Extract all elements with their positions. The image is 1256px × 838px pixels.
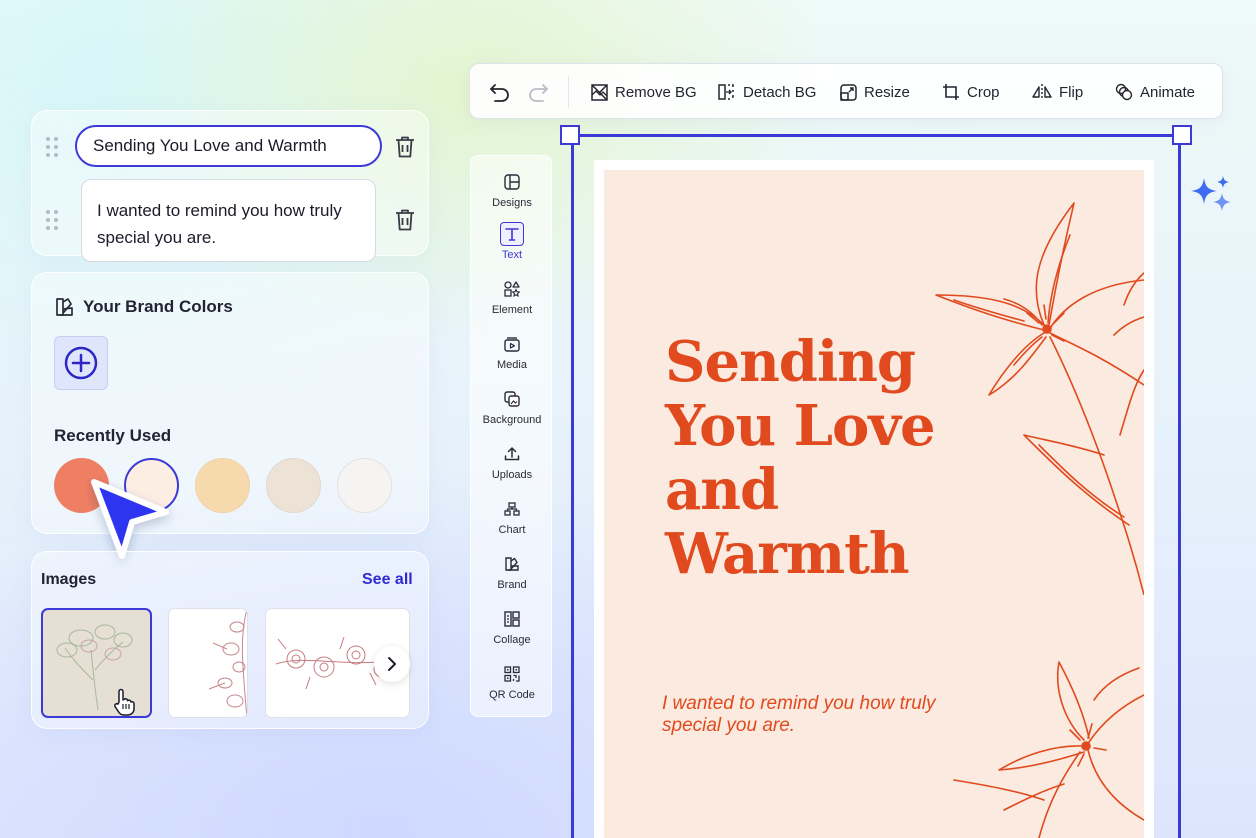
- delete-body-layer-icon[interactable]: [394, 208, 416, 232]
- chevron-right-icon: [388, 657, 396, 671]
- rail-item-media[interactable]: Media: [471, 332, 553, 384]
- crop-icon: [943, 84, 959, 100]
- rail-item-collage[interactable]: Collage: [471, 607, 553, 659]
- crop-label: Crop: [967, 83, 1000, 101]
- images-heading: Images: [41, 571, 97, 588]
- chart-icon: [504, 502, 520, 516]
- recently-used-heading: Recently Used: [54, 426, 172, 445]
- rail-item-designs[interactable]: Designs: [471, 170, 553, 222]
- background-icon: [504, 391, 520, 407]
- add-brand-color-button[interactable]: [54, 336, 108, 390]
- remove-bg-icon: [591, 83, 608, 101]
- qr-code-icon: [504, 666, 520, 682]
- collage-icon: [504, 611, 520, 627]
- see-all-images-link[interactable]: See all: [362, 571, 413, 589]
- drag-handle-icon[interactable]: [46, 210, 58, 230]
- media-icon: [504, 337, 520, 352]
- rail-item-uploads[interactable]: Uploads: [471, 442, 553, 494]
- rail-label: Designs: [492, 197, 532, 209]
- undo-button[interactable]: [488, 64, 512, 120]
- selection-frame: [571, 134, 1181, 838]
- recent-color-swatch[interactable]: [195, 458, 250, 513]
- recent-color-swatch[interactable]: [266, 458, 321, 513]
- undo-icon: [490, 84, 509, 102]
- flip-label: Flip: [1059, 83, 1084, 101]
- floral-border-image: [208, 609, 247, 717]
- resize-handle-top-right[interactable]: [1172, 125, 1192, 145]
- delete-title-layer-icon[interactable]: [394, 135, 416, 159]
- rail-item-qr-code[interactable]: QR Code: [471, 662, 553, 714]
- rail-label: QR Code: [489, 689, 535, 701]
- rail-item-chart[interactable]: Chart: [471, 497, 553, 549]
- toolbar-divider: [568, 76, 569, 108]
- brand-icon: [505, 557, 519, 571]
- resize-handle-top-left[interactable]: [560, 125, 580, 145]
- rail-label: Element: [491, 304, 533, 316]
- resize-icon: [840, 83, 857, 101]
- animate-icon: [1115, 83, 1133, 101]
- image-toolbar: Remove BG Detach BG Resize Crop Flip Ani…: [469, 63, 1223, 119]
- detach-bg-label: Detach BG: [743, 83, 817, 101]
- rail-item-text[interactable]: Text: [471, 222, 553, 274]
- redo-icon: [529, 84, 548, 102]
- rail-label: Background: [482, 414, 542, 426]
- upload-icon: [504, 447, 520, 461]
- designs-icon: [504, 174, 520, 190]
- layer-body-chip[interactable]: I wanted to remind you how truly special…: [81, 179, 376, 262]
- rail-item-background[interactable]: Background: [471, 387, 553, 439]
- rail-label: Collage: [493, 634, 531, 646]
- resize-label: Resize: [864, 83, 910, 101]
- remove-bg-button[interactable]: Remove BG: [591, 64, 697, 120]
- remove-bg-label: Remove BG: [615, 83, 697, 101]
- crop-button[interactable]: Crop: [942, 64, 1000, 120]
- rail-label: Chart: [498, 524, 526, 536]
- text-icon: [505, 228, 519, 241]
- redo-button[interactable]: [526, 64, 550, 120]
- image-thumbnail[interactable]: [168, 608, 248, 718]
- rail-label: Media: [497, 359, 527, 371]
- rail-item-brand[interactable]: Brand: [471, 552, 553, 604]
- resize-button[interactable]: Resize: [840, 64, 910, 120]
- hand-pointer-icon: [114, 688, 135, 716]
- flip-icon: [1032, 84, 1052, 100]
- drag-handle-icon[interactable]: [46, 137, 58, 157]
- plus-circle-icon: [64, 346, 98, 380]
- layer-title-chip[interactable]: Sending You Love and Warmth: [75, 125, 382, 167]
- element-icon: [504, 281, 520, 297]
- flip-button[interactable]: Flip: [1032, 64, 1083, 120]
- tools-rail: Designs Text Element Media Background Up…: [470, 155, 552, 717]
- rail-label: Uploads: [491, 469, 533, 481]
- animate-label: Animate: [1140, 83, 1196, 101]
- rail-item-element[interactable]: Element: [471, 277, 553, 329]
- rail-label: Text: [501, 249, 523, 261]
- rail-label: Brand: [497, 579, 527, 591]
- animate-button[interactable]: Animate: [1115, 64, 1195, 120]
- images-next-button[interactable]: [374, 646, 410, 682]
- brand-palette-icon: [56, 298, 73, 316]
- brand-colors-heading: Your Brand Colors: [83, 297, 233, 316]
- detach-bg-button[interactable]: Detach BG: [718, 64, 816, 120]
- recent-color-swatch[interactable]: [337, 458, 392, 513]
- sparkle-icon: [1191, 176, 1231, 211]
- detach-bg-icon: [718, 84, 734, 100]
